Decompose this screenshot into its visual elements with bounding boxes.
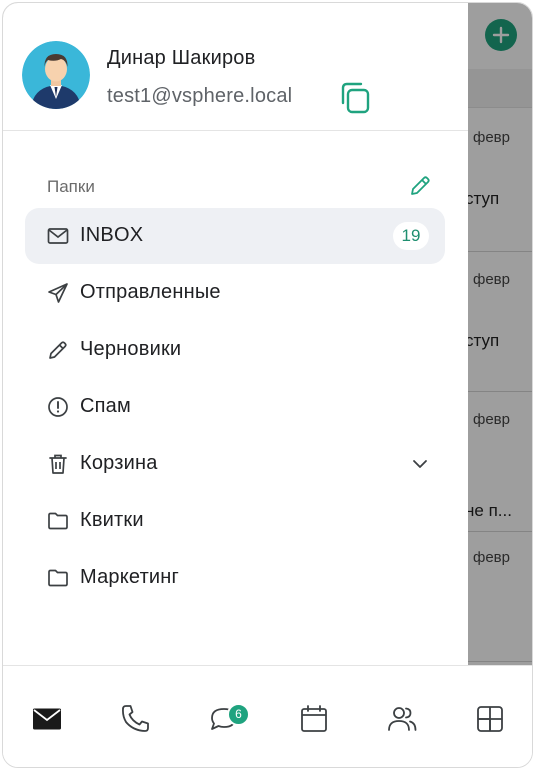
pencil-icon bbox=[411, 176, 430, 195]
folder-item-drafts[interactable]: Черновики bbox=[25, 322, 445, 378]
folder-item-marketing[interactable]: Маркетинг bbox=[25, 550, 445, 606]
folder-label: INBOX bbox=[80, 224, 144, 246]
mail-icon bbox=[33, 708, 61, 730]
folder-item-trash[interactable]: Корзина bbox=[25, 436, 445, 492]
edit-folders-button[interactable] bbox=[407, 173, 433, 199]
chevron-down-icon[interactable] bbox=[409, 453, 431, 475]
unread-count-badge: 19 bbox=[393, 222, 429, 250]
folder-label: Отправленные bbox=[80, 281, 221, 303]
trash-icon bbox=[46, 452, 70, 476]
folder-item-kvitki[interactable]: Квитки bbox=[25, 493, 445, 549]
profile-header: Динар Шакиров test1@vsphere.local bbox=[3, 3, 468, 131]
folders-section-label: Папки bbox=[47, 177, 95, 196]
folder-label: Спам bbox=[80, 395, 131, 417]
folder-icon bbox=[46, 566, 70, 590]
apps-icon bbox=[477, 706, 503, 732]
user-email: test1@vsphere.local bbox=[107, 85, 293, 107]
user-avatar-icon bbox=[22, 41, 90, 109]
chat-unread-badge: 6 bbox=[227, 703, 250, 726]
tab-calendar[interactable] bbox=[297, 702, 331, 736]
navigation-drawer: Динар Шакиров test1@vsphere.local Папки bbox=[3, 3, 468, 665]
app-frame: февр ступ февр ступ февр не п... февр Ди… bbox=[2, 2, 533, 768]
pencil-icon bbox=[46, 338, 70, 362]
tab-mail[interactable] bbox=[30, 702, 64, 736]
tab-contacts[interactable] bbox=[385, 702, 419, 736]
phone-icon bbox=[122, 705, 149, 732]
folder-item-sent[interactable]: Отправленные bbox=[25, 265, 445, 321]
folders-section-header: Папки bbox=[47, 173, 437, 201]
calendar-icon bbox=[301, 705, 327, 732]
tab-calls[interactable] bbox=[118, 702, 152, 736]
folder-label: Маркетинг bbox=[80, 566, 180, 588]
folder-label: Корзина bbox=[80, 452, 158, 474]
folder-icon bbox=[46, 509, 70, 533]
folder-item-inbox[interactable]: INBOX 19 bbox=[25, 208, 445, 264]
contacts-icon bbox=[388, 707, 417, 731]
folder-label: Квитки bbox=[80, 509, 144, 531]
copy-icon bbox=[341, 82, 370, 114]
send-icon bbox=[46, 281, 70, 305]
copy-email-button[interactable] bbox=[337, 79, 373, 117]
avatar[interactable] bbox=[22, 41, 90, 109]
bottom-navigation: 6 bbox=[3, 665, 532, 767]
folder-label: Черновики bbox=[80, 338, 182, 360]
folder-item-spam[interactable]: Спам bbox=[25, 379, 445, 435]
mail-icon bbox=[46, 224, 70, 248]
alert-circle-icon bbox=[46, 395, 70, 419]
user-name: Динар Шакиров bbox=[107, 47, 256, 69]
tab-apps[interactable] bbox=[473, 702, 507, 736]
